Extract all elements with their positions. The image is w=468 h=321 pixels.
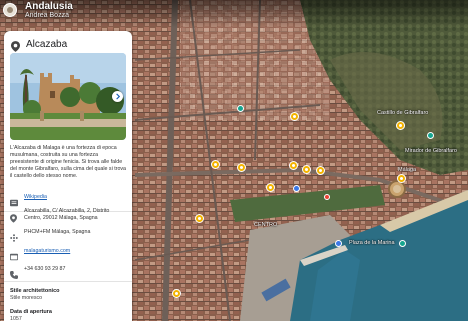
place-description: L'Alcazaba di Malaga è una fortezza di e…: [10, 145, 126, 179]
project-author: Andrea Bozza: [25, 12, 69, 19]
map-pin[interactable]: [266, 183, 275, 192]
red-place-pin[interactable]: [324, 194, 330, 200]
map-label-plaza[interactable]: Plaza de la Marina: [349, 240, 395, 246]
green-place-pin[interactable]: [427, 132, 434, 139]
map-pin[interactable]: [195, 214, 204, 223]
map-pin[interactable]: [237, 163, 246, 172]
location-icon: [10, 210, 17, 228]
divider: [4, 281, 132, 282]
wikipedia-link[interactable]: Wikipedia: [24, 194, 47, 201]
map-label-castillo[interactable]: Castillo de Gibralfaro: [377, 110, 428, 116]
green-place-pin[interactable]: [399, 240, 406, 247]
opening-date-label: Data di apertura: [10, 309, 52, 315]
map-pin[interactable]: [316, 166, 325, 175]
map-label-malaga: Málaga: [398, 167, 417, 173]
style-value: Stile moresco: [10, 295, 43, 301]
map-label-mirador[interactable]: Mirador de Gibralfaro: [405, 148, 457, 154]
map-pin[interactable]: [211, 160, 220, 169]
project-title: Andalusia: [25, 1, 73, 12]
website-icon: [10, 248, 18, 266]
opening-date-value: 1057: [10, 316, 22, 321]
top-bar: Andalusia Andrea Bozza: [0, 0, 468, 28]
map-pin[interactable]: [397, 174, 406, 183]
avatar[interactable]: [3, 3, 17, 17]
map-pin[interactable]: [396, 121, 405, 130]
map-pin[interactable]: [290, 112, 299, 121]
website-link[interactable]: malagaturismo.com: [24, 248, 70, 255]
map-pin[interactable]: [289, 161, 298, 170]
green-place-pin[interactable]: [237, 105, 244, 112]
place-info-panel: Alcazaba L'Alcazaba di Malaga è una fort…: [4, 31, 132, 321]
blue-place-pin[interactable]: [335, 240, 342, 247]
style-label: Stile architettonico: [10, 288, 60, 294]
map-pin[interactable]: [302, 165, 311, 174]
phone-number[interactable]: +34 630 93 29 87: [24, 266, 65, 273]
plus-code-text: PHCM+FM Málaga, Spagna: [24, 229, 91, 235]
map-label-centro: CENTRO: [254, 222, 278, 228]
map-pin[interactable]: [172, 289, 181, 298]
blue-place-pin[interactable]: [293, 185, 300, 192]
chevron-right-icon: [116, 93, 121, 100]
place-title: Alcazaba: [26, 39, 68, 50]
next-photo-button[interactable]: [112, 91, 123, 102]
address-text: Alcazabilla, C/ Alcazabilla, 2, Distrito…: [24, 208, 110, 221]
plus-code-icon: [10, 229, 18, 247]
place-photo[interactable]: [10, 53, 126, 140]
